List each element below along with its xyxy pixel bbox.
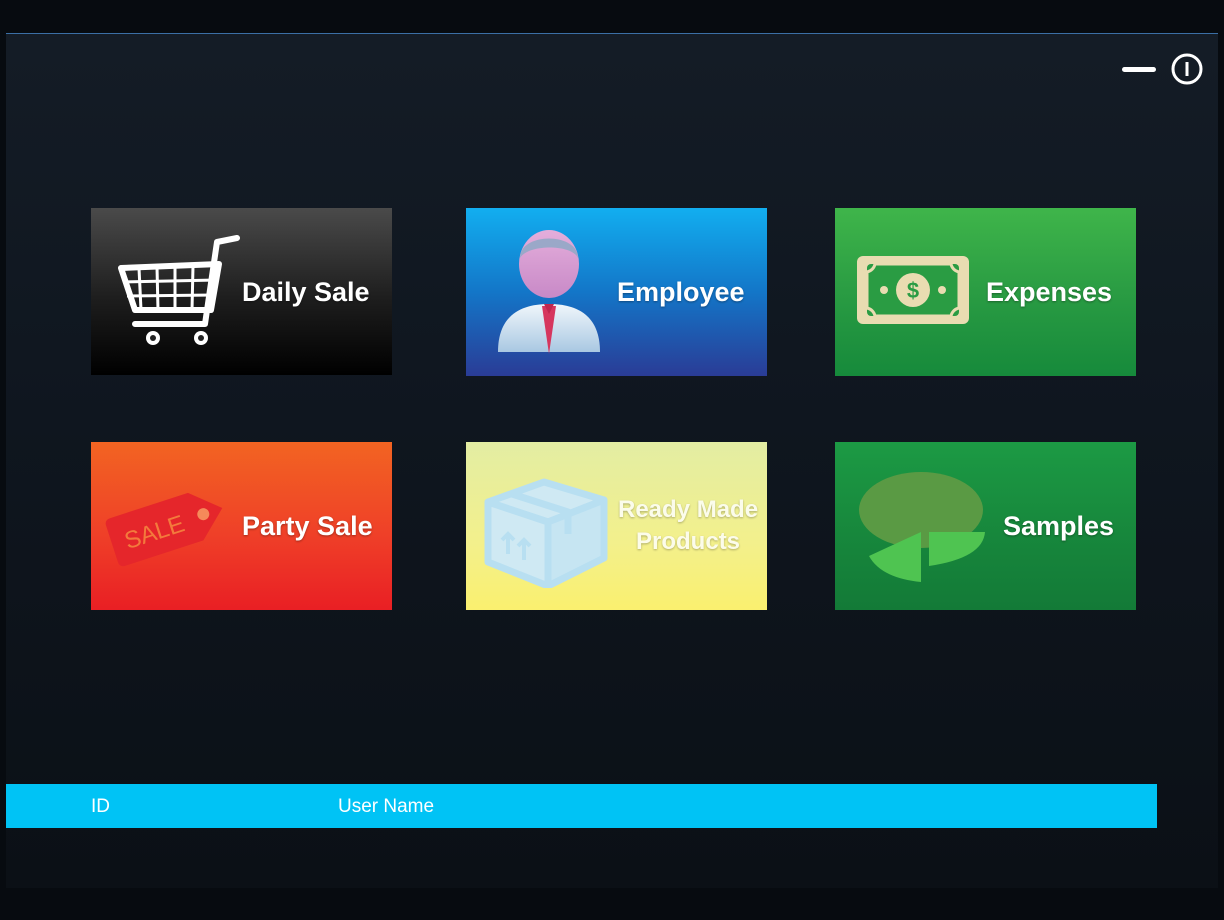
tile-label: Party Sale: [242, 511, 373, 541]
shopping-cart-icon: [118, 235, 240, 345]
tile-label: Ready Made Products: [618, 494, 758, 558]
tile-label: Employee: [617, 277, 745, 307]
tile-label: Daily Sale: [242, 277, 370, 307]
minimize-button[interactable]: [1122, 66, 1156, 74]
tile-label-line2: Products: [636, 528, 741, 555]
tile-label: Samples: [1003, 511, 1115, 541]
pie-chart-icon: [859, 472, 985, 582]
tile-party-sale[interactable]: SALE Party Sale: [91, 442, 392, 610]
box-icon: [484, 478, 608, 588]
svg-text:$: $: [907, 278, 919, 303]
tile-label: Expenses: [986, 277, 1113, 307]
tile-ready-made-products[interactable]: Ready Made Products: [466, 442, 767, 610]
power-icon: [1171, 53, 1203, 85]
sale-tag-icon: SALE: [105, 492, 223, 567]
tile-expenses[interactable]: $ Expenses: [835, 208, 1136, 376]
main-window: Daily Sale Employee $ Expenses SALE Part…: [6, 33, 1218, 888]
money-icon: $: [857, 256, 969, 324]
tile-samples[interactable]: Samples: [835, 442, 1136, 610]
power-button[interactable]: [1170, 52, 1204, 86]
tile-employee[interactable]: Employee: [466, 208, 767, 376]
tile-daily-sale[interactable]: Daily Sale: [91, 208, 392, 375]
users-grid-header: ID User Name: [6, 784, 1157, 828]
employee-icon: [498, 230, 600, 354]
column-header-user-name[interactable]: User Name: [338, 796, 434, 818]
column-header-id[interactable]: ID: [91, 796, 110, 818]
tile-label-line1: Ready Made: [618, 496, 759, 523]
